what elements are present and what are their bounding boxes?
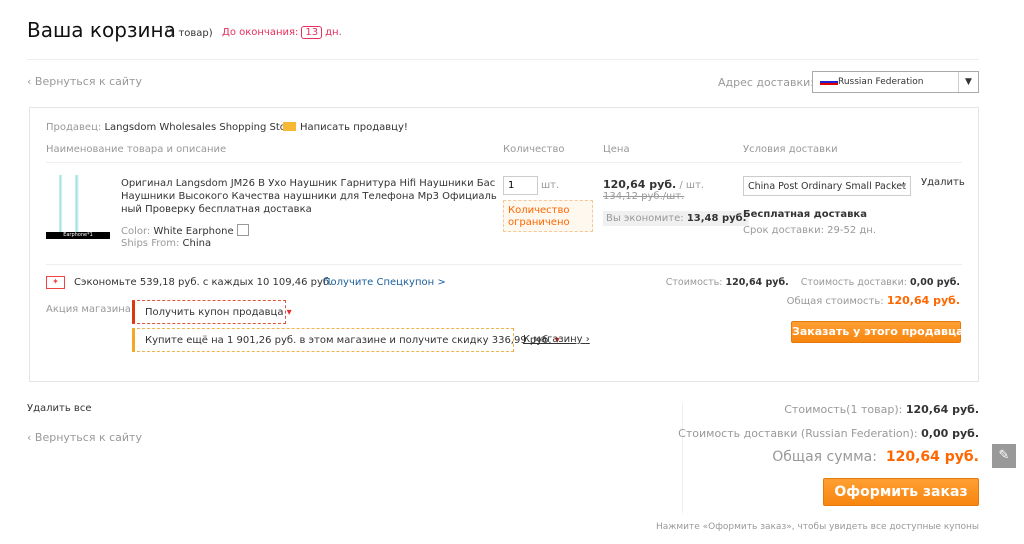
envelope-icon — [283, 122, 296, 131]
page-title: Ваша корзина — [27, 18, 176, 42]
back-link-bottom[interactable]: ‹ Вернуться к сайту — [27, 431, 142, 444]
seller-coupon-label: Получить купон продавца — [145, 307, 284, 318]
ship-value: 0,00 руб. — [910, 277, 960, 288]
delivery-country-select[interactable]: Russian Federation ▼ — [812, 71, 979, 93]
color-value: White Earphone — [153, 226, 234, 237]
flag-icon — [820, 78, 838, 85]
store-discount-dropdown[interactable]: Купите ещё на 1 901,26 руб. в этом магаз… — [132, 328, 560, 352]
old-price: 134,12 руб./шт. — [603, 191, 685, 202]
divider — [682, 403, 683, 513]
promo-label: Акция магазина: — [46, 304, 135, 315]
image-caption: Earphone*1 — [46, 232, 110, 239]
summary-ship-value: 0,00 руб. — [921, 427, 979, 440]
notice-line: Количество — [508, 205, 570, 216]
column-price: Цена — [603, 144, 630, 155]
column-name: Наименование товара и описание — [46, 144, 227, 155]
qty-limited-notice: Количество ограничено — [503, 200, 593, 232]
title-line: Наушники Высокого Качества наушники для … — [121, 191, 497, 202]
summary-cost-label: Стоимость(1 товар): — [784, 403, 903, 416]
checkout-hint: Нажмите «Оформить заказ», чтобы увидеть … — [655, 522, 979, 532]
summary-total-label: Общая сумма: — [772, 449, 877, 465]
coupon-icon: ✦ — [46, 276, 65, 289]
store-discount-label: Купите ещё на 1 901,26 руб. в этом магаз… — [145, 335, 552, 346]
divider — [46, 264, 962, 265]
order-from-seller-button[interactable]: Заказать у этого продавца — [791, 321, 964, 343]
title-line: ный Проверку бесплатная доставка — [121, 204, 312, 215]
deadline-days: 13 — [301, 26, 323, 39]
save-value: 13,48 руб. — [686, 213, 747, 224]
divider — [27, 59, 979, 60]
deadline-unit: дн. — [325, 27, 342, 38]
chevron-down-icon: ▼ — [958, 72, 978, 92]
item-count: (1 товар) — [165, 28, 213, 39]
summary-ship-label: Стоимость доставки (Russian Federation): — [678, 427, 918, 440]
get-coupon-link[interactable]: Получите Спецкупон > — [323, 277, 446, 288]
summary-total-value: 120,64 руб. — [885, 449, 979, 465]
country-value: Russian Federation — [838, 77, 924, 87]
product-title[interactable]: Оригинал Langsdom JM26 В Ухо Наушник Гар… — [121, 177, 497, 216]
column-qty: Количество — [503, 144, 565, 155]
color-label: Color: — [121, 226, 151, 237]
product-image[interactable]: Earphone*1 — [46, 175, 110, 239]
shipping-method-select[interactable]: China Post Ordinary Small Packet ▾ — [743, 176, 911, 196]
edit-pencil-icon[interactable]: ✎ — [992, 444, 1016, 468]
cost-label: Стоимость: — [665, 277, 723, 288]
seller-info: Продавец: Langsdom Wholesales Shopping S… — [46, 122, 296, 133]
color-thumbnail-icon — [236, 224, 249, 236]
back-link-label: Вернуться к сайту — [34, 431, 142, 444]
delete-item-button[interactable]: Удалить — [921, 177, 965, 188]
ships-label: Ships From: — [121, 238, 180, 249]
store-link[interactable]: К магазину › — [523, 334, 590, 345]
caret-down-icon: ▾ — [286, 307, 292, 318]
checkout-button[interactable]: Оформить заказ — [823, 478, 979, 506]
free-shipping: Бесплатная доставка — [743, 209, 867, 220]
notice-line: ограничено — [508, 217, 570, 228]
total-label: Общая стоимость: — [786, 296, 884, 307]
cost-value: 120,64 руб. — [725, 277, 789, 288]
ship-label: Стоимость доставки: — [800, 277, 907, 288]
back-link-label: Вернуться к сайту — [34, 75, 142, 88]
shipping-method-value: China Post Ordinary Small Packet — [748, 181, 906, 192]
unit-price: 120,64 руб. — [603, 178, 677, 191]
seller-coupon-dropdown[interactable]: Получить купон продавца ▾ — [132, 300, 292, 324]
delivery-time: Срок доставки: 29-52 дн. — [743, 225, 876, 236]
deadline: До окончания: 13 дн. — [222, 26, 342, 39]
deadline-label: До окончания: — [222, 27, 299, 38]
title-line: Оригинал Langsdom JM26 В Ухо Наушник Гар… — [121, 178, 496, 189]
divider — [46, 162, 962, 163]
qty-unit: шт. — [541, 180, 560, 191]
save-label: Вы экономите: — [606, 213, 684, 224]
delivery-label: Адрес доставки: — [718, 76, 814, 89]
back-link[interactable]: ‹ Вернуться к сайту — [27, 75, 142, 88]
total-value: 120,64 руб. — [886, 294, 960, 307]
ships-value: China — [182, 238, 212, 249]
seller-label: Продавец: — [46, 122, 102, 133]
price-unit: / шт. — [679, 180, 705, 191]
seller-name[interactable]: Langsdom Wholesales Shopping Store — [104, 122, 295, 133]
message-seller-link[interactable]: Написать продавцу! — [283, 122, 408, 133]
message-seller-label: Написать продавцу! — [300, 122, 408, 133]
chevron-down-icon: ▾ — [901, 181, 906, 192]
store-link-label: К магазину — [523, 334, 583, 345]
coupon-text: Сэкономьте 539,18 руб. с каждых 10 109,4… — [74, 277, 333, 288]
summary-cost-value: 120,64 руб. — [905, 403, 979, 416]
column-shipping: Условия доставки — [743, 144, 838, 155]
quantity-input[interactable] — [503, 176, 538, 195]
delete-all-button[interactable]: Удалить все — [27, 403, 91, 414]
